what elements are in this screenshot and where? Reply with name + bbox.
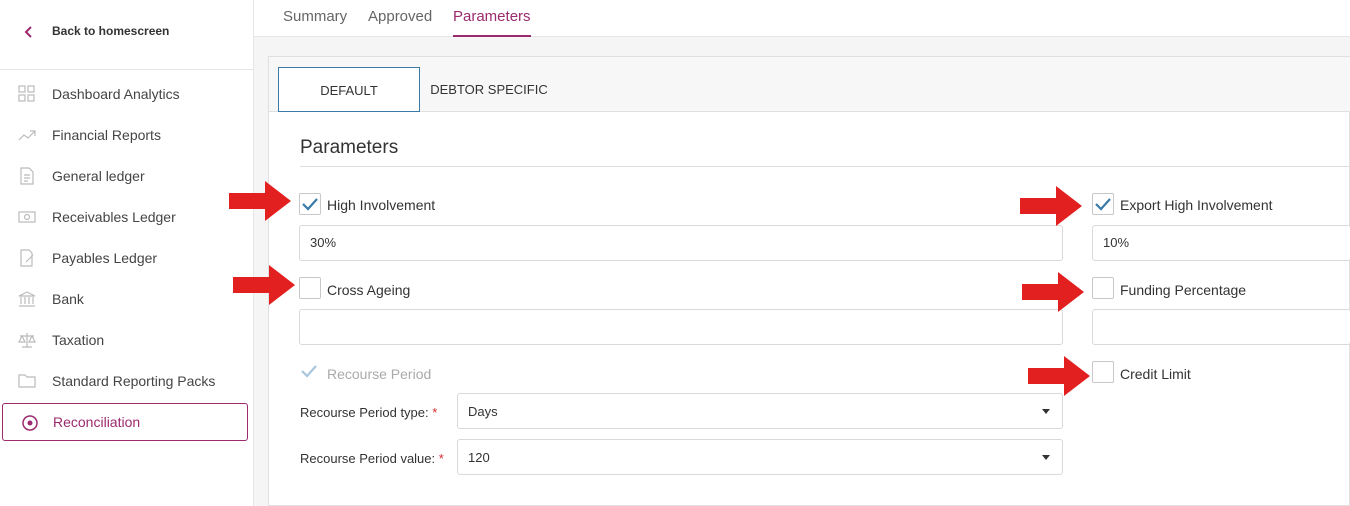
cross-ageing-label: Cross Ageing	[327, 282, 411, 298]
sidebar-item-taxation[interactable]: Taxation	[0, 319, 253, 359]
sidebar-item-label: Standard Reporting Packs	[52, 373, 216, 389]
scales-icon	[18, 333, 36, 348]
recourse-period-type-select[interactable]: Days	[457, 393, 1063, 429]
funding-percentage-label: Funding Percentage	[1120, 282, 1247, 298]
arrow-annotation-icon	[1020, 186, 1082, 226]
sidebar-item-reconciliation[interactable]: Reconciliation	[2, 403, 248, 441]
recourse-period-type-value: Days	[468, 404, 498, 419]
recourse-period-checkbox[interactable]	[299, 361, 321, 383]
bank-icon	[18, 291, 36, 307]
checkmark-icon	[302, 198, 318, 211]
sidebar-item-general-ledger[interactable]: General ledger	[0, 155, 253, 195]
sidebar-item-label: Dashboard Analytics	[52, 86, 180, 102]
sidebar-item-label: Reconciliation	[53, 414, 141, 430]
cross-ageing-input[interactable]	[299, 309, 1063, 345]
top-tabs: Summary Approved Parameters	[254, 0, 1350, 37]
sidebar-item-label: General ledger	[52, 168, 145, 184]
arrow-annotation-icon	[1028, 356, 1090, 396]
sidebar-item-label: Taxation	[52, 332, 105, 348]
parameters-card: DEFAULT DEBTOR SPECIFIC Parameters High …	[268, 56, 1350, 506]
export-high-involvement-input[interactable]: 10%	[1092, 225, 1350, 261]
document-icon	[20, 167, 34, 185]
tab-approved[interactable]: Approved	[368, 8, 432, 25]
credit-limit-checkbox[interactable]	[1092, 361, 1114, 383]
checkmark-icon	[301, 365, 317, 378]
tab-debtor-specific[interactable]: DEBTOR SPECIFIC	[429, 67, 549, 112]
checkmark-icon	[1095, 198, 1111, 211]
sidebar-item-label: Bank	[52, 291, 84, 307]
sidebar-item-label: Payables Ledger	[52, 250, 158, 266]
tab-summary[interactable]: Summary	[283, 8, 347, 25]
sidebar-item-standard-reporting-packs[interactable]: Standard Reporting Packs	[0, 360, 253, 400]
target-icon	[22, 415, 38, 431]
arrow-annotation-icon	[233, 265, 295, 305]
tab-default[interactable]: DEFAULT	[278, 67, 420, 112]
high-involvement-input[interactable]: 30%	[299, 225, 1063, 261]
caret-down-icon	[1042, 455, 1050, 460]
caret-down-icon	[1042, 409, 1050, 414]
section-title: Parameters	[300, 137, 399, 158]
sidebar-item-receivables-ledger[interactable]: Receivables Ledger	[0, 196, 253, 236]
sidebar-item-label: Financial Reports	[52, 127, 161, 143]
export-high-involvement-label: Export High Involvement	[1120, 197, 1273, 213]
recourse-period-value-value: 120	[468, 450, 490, 465]
section-divider	[300, 166, 1350, 167]
main-content: Summary Approved Parameters DEFAULT DEBT…	[254, 0, 1350, 506]
funding-percentage-checkbox[interactable]	[1092, 277, 1114, 299]
funding-percentage-input[interactable]	[1092, 309, 1350, 345]
sidebar-item-dashboard-analytics[interactable]: Dashboard Analytics	[0, 73, 253, 113]
trend-icon	[18, 130, 36, 141]
high-involvement-label: High Involvement	[327, 197, 436, 213]
folder-icon	[18, 374, 36, 388]
high-involvement-checkbox[interactable]	[299, 193, 321, 215]
recourse-period-value-label: Recourse Period value: *	[300, 451, 444, 466]
recourse-period-value-select[interactable]: 120	[457, 439, 1063, 475]
sidebar-item-financial-reports[interactable]: Financial Reports	[0, 114, 253, 154]
edit-document-icon	[20, 249, 34, 267]
credit-limit-label: Credit Limit	[1120, 366, 1191, 382]
tab-parameters[interactable]: Parameters	[453, 8, 531, 37]
export-high-involvement-checkbox[interactable]	[1092, 193, 1114, 215]
banknote-icon	[18, 211, 36, 223]
cross-ageing-checkbox[interactable]	[299, 277, 321, 299]
sub-tabs: DEFAULT DEBTOR SPECIFIC	[269, 57, 1350, 112]
arrow-annotation-icon	[229, 181, 291, 221]
recourse-period-label: Recourse Period	[327, 366, 432, 382]
sidebar: Back to homescreen Dashboard Analytics F…	[0, 0, 254, 506]
grid-icon	[18, 85, 35, 102]
chevron-left-icon	[24, 26, 32, 38]
recourse-period-type-label: Recourse Period type: *	[300, 405, 438, 420]
sidebar-item-payables-ledger[interactable]: Payables Ledger	[0, 237, 253, 277]
sidebar-item-bank[interactable]: Bank	[0, 278, 253, 318]
back-label: Back to homescreen	[52, 24, 170, 38]
arrow-annotation-icon	[1022, 272, 1084, 312]
sidebar-item-label: Receivables Ledger	[52, 209, 176, 225]
back-to-homescreen-link[interactable]: Back to homescreen	[0, 0, 253, 70]
